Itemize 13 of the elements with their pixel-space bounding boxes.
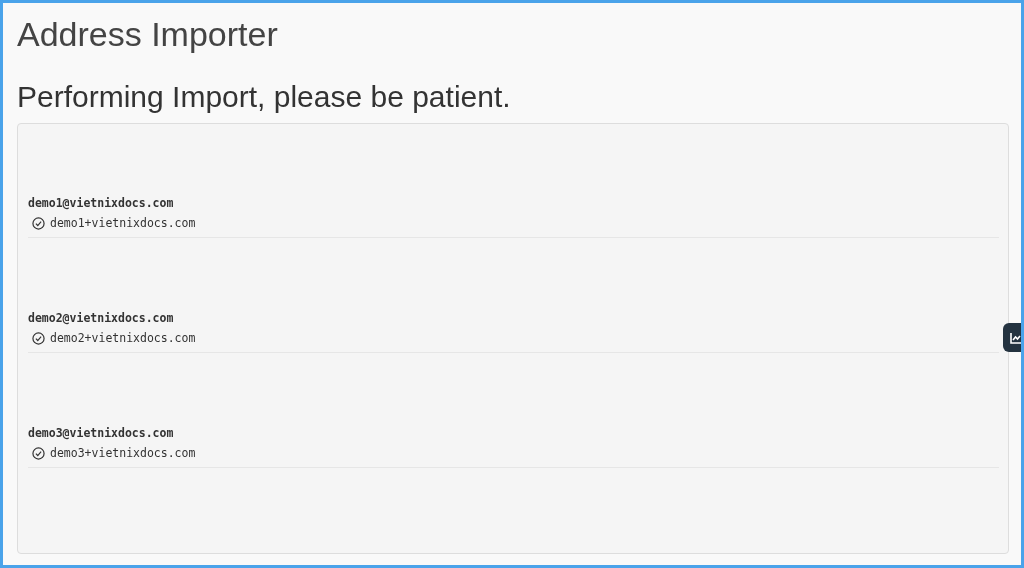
chart-tab-button[interactable] bbox=[1003, 323, 1021, 352]
page-title: Address Importer bbox=[17, 14, 279, 55]
source-address: demo2@vietnixdocs.com bbox=[28, 310, 175, 327]
source-address: demo3@vietnixdocs.com bbox=[28, 425, 175, 442]
imported-address: demo3+vietnixdocs.com bbox=[50, 445, 196, 462]
check-circle-icon bbox=[32, 331, 45, 345]
imported-address: demo2+vietnixdocs.com bbox=[50, 330, 196, 347]
chart-icon bbox=[1010, 331, 1021, 344]
imported-address: demo1+vietnixdocs.com bbox=[50, 215, 196, 232]
source-address: demo1@vietnixdocs.com bbox=[28, 195, 175, 212]
check-circle-icon bbox=[32, 216, 45, 230]
check-circle-icon bbox=[32, 446, 45, 460]
status-heading: Performing Import, please be patient. bbox=[17, 79, 512, 115]
